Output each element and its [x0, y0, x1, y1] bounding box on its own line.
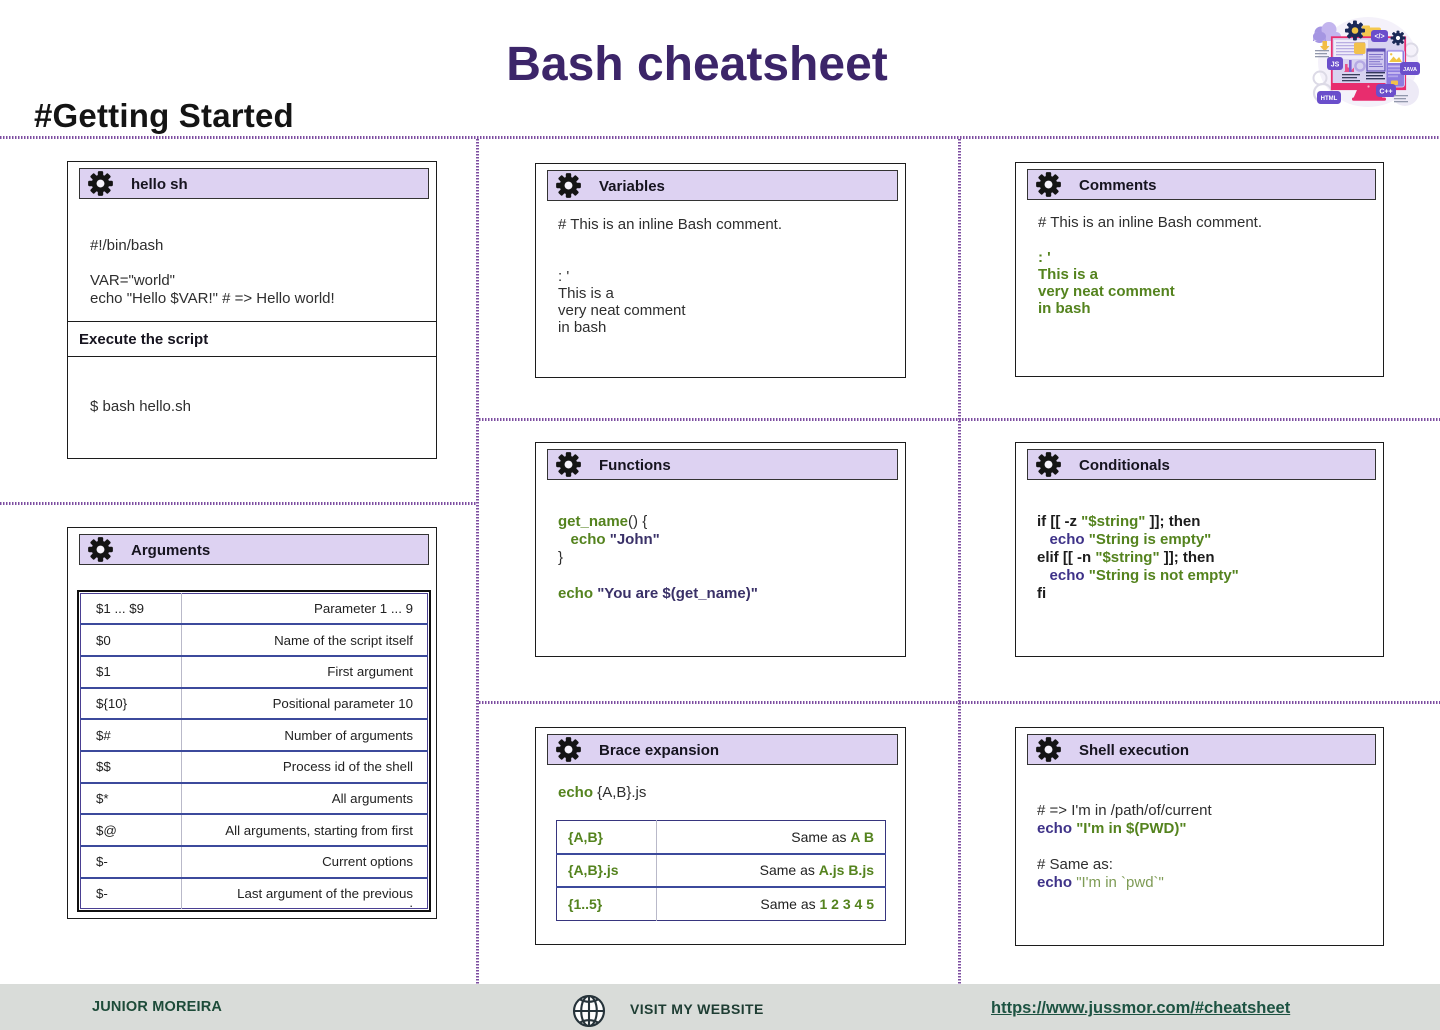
svg-text:JS: JS	[1331, 61, 1340, 68]
svg-text:HTML: HTML	[1321, 96, 1338, 102]
svg-text:C++: C++	[1379, 88, 1392, 95]
svg-text:</>: </>	[1374, 34, 1384, 41]
svg-text:JAVA: JAVA	[1403, 67, 1417, 73]
